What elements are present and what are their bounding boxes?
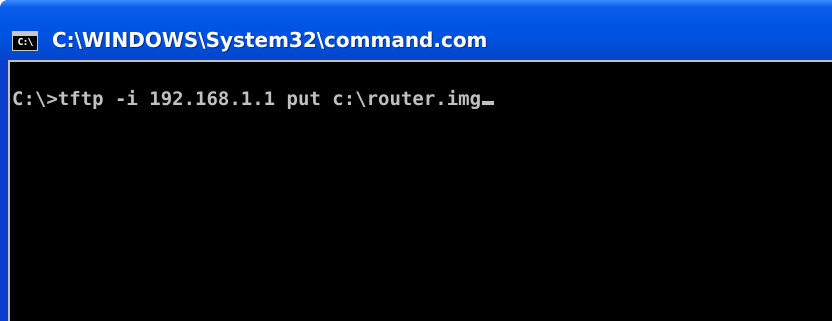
command-prompt-icon[interactable]: C:\ [12,31,38,51]
command-line: C:\>tftp -i 192.168.1.1 put c:\router.im… [12,88,495,110]
command-prompt-window: C:\ C:\WINDOWS\System32\command.com C:\>… [0,0,832,321]
window-title: C:\WINDOWS\System32\command.com [52,28,488,52]
text-cursor [482,101,495,105]
title-bar[interactable]: C:\ C:\WINDOWS\System32\command.com [0,0,832,60]
icon-glyph: C:\ [17,37,33,48]
console-area[interactable]: C:\>tftp -i 192.168.1.1 put c:\router.im… [8,60,832,321]
prompt: C:\> [12,88,58,110]
command-text: tftp -i 192.168.1.1 put c:\router.img [57,88,482,110]
